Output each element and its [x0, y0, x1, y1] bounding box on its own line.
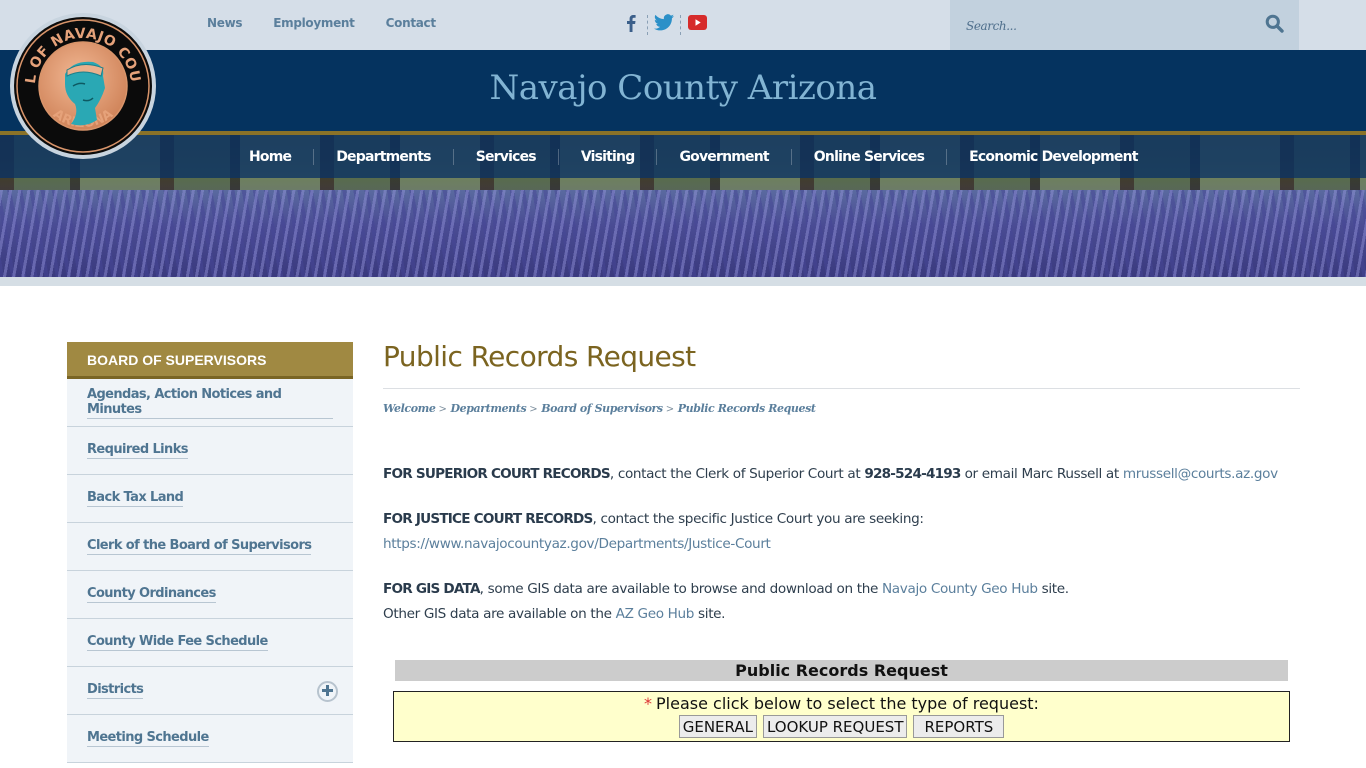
plus-icon [322, 683, 333, 701]
breadcrumb-separator: > [438, 404, 447, 415]
sidebar-link[interactable]: County Wide Fee Schedule [87, 634, 268, 651]
superior-court-phone: 928-524-4193 [864, 466, 961, 482]
utility-links: News Employment Contact [207, 16, 467, 30]
sidebar-link[interactable]: Back Tax Land [87, 490, 184, 507]
facebook-link[interactable] [615, 12, 647, 38]
request-form-heading: Public Records Request [395, 660, 1288, 681]
expand-districts-button[interactable] [317, 681, 338, 702]
gis-text-4: site. [694, 606, 726, 622]
sidebar-link[interactable]: Districts [87, 682, 144, 699]
main-nav: Home Departments Services Visiting Gover… [0, 135, 1366, 178]
justice-court-paragraph: FOR JUSTICE COURT RECORDS, contact the s… [383, 507, 924, 557]
gis-data-paragraph: FOR GIS DATA, some GIS data are availabl… [383, 577, 1069, 627]
utility-bar: News Employment Contact [0, 0, 1366, 50]
banner-lupine-field [0, 190, 1366, 277]
superior-court-label: FOR SUPERIOR COURT RECORDS [383, 466, 611, 482]
main-nav-items: Home Departments Services Visiting Gover… [227, 135, 1160, 178]
breadcrumb: Welcome > Departments > Board of Supervisors… [383, 402, 1300, 415]
navajo-geo-hub-link[interactable]: Navajo County Geo Hub [882, 581, 1038, 597]
news-link[interactable]: News [207, 16, 243, 30]
superior-court-email-link[interactable]: mrussell@courts.az.gov [1123, 466, 1278, 482]
nav-departments[interactable]: Departments [314, 148, 454, 165]
search-box [950, 0, 1299, 50]
breadcrumb-current[interactable]: Public Records Request [678, 402, 816, 415]
contact-link[interactable]: Contact [386, 16, 436, 30]
breadcrumb-board-of-supervisors[interactable]: Board of Supervisors [541, 402, 663, 415]
nav-economic-development[interactable]: Economic Development [947, 149, 1160, 165]
breadcrumb-separator: > [665, 404, 674, 415]
justice-court-link[interactable]: https://www.navajocountyaz.gov/Departmen… [383, 536, 771, 552]
request-type-buttons: GENERAL LOOKUP REQUEST REPORTS [394, 715, 1289, 738]
main-content: Public Records Request Welcome > Departmen… [383, 340, 1300, 622]
page-title: Public Records Request [383, 340, 696, 373]
site-title: Navajo County Arizona [489, 68, 877, 108]
site-header: Navajo County Arizona [0, 50, 1366, 131]
sidebar-heading: BOARD OF SUPERVISORS [67, 342, 353, 379]
breadcrumb-separator: > [529, 404, 538, 415]
gis-text-3: Other GIS data are available on the [383, 606, 616, 622]
superior-court-text: , contact the Clerk of Superior Court at [609, 466, 865, 482]
request-type-panel: * Please click below to select the type o… [393, 691, 1290, 742]
general-request-button[interactable]: GENERAL [678, 715, 757, 738]
facebook-icon [626, 14, 636, 37]
twitter-link[interactable] [648, 12, 680, 38]
youtube-link[interactable] [681, 12, 713, 38]
sidebar-link[interactable]: Agendas, Action Notices and Minutes [87, 387, 333, 419]
nav-visiting[interactable]: Visiting [559, 148, 658, 165]
sidebar-item-agendas: Agendas, Action Notices and Minutes [67, 379, 353, 427]
sidebar-item-clerk: Clerk of the Board of Supervisors [67, 523, 353, 571]
gis-data-label: FOR GIS DATA [383, 581, 480, 597]
nav-online-services[interactable]: Online Services [792, 148, 948, 165]
sidebar-link[interactable]: Meeting Schedule [87, 730, 209, 747]
sidebar-item-required-links: Required Links [67, 427, 353, 475]
sidebar-item-meeting-schedule: Meeting Schedule [67, 715, 353, 763]
nav-home[interactable]: Home [227, 148, 315, 165]
search-button[interactable] [1263, 14, 1285, 38]
gis-text-2: site. [1037, 581, 1069, 597]
gis-text: , some GIS data are available to browse … [479, 581, 882, 597]
sidebar-link[interactable]: Required Links [87, 442, 188, 459]
seal-icon: SEAL OF NAVAJO COUNTY ARIZONA [13, 16, 152, 155]
required-marker: * [644, 694, 653, 713]
lookup-request-button[interactable]: LOOKUP REQUEST [762, 715, 908, 738]
search-input[interactable] [966, 15, 1246, 37]
breadcrumb-welcome[interactable]: Welcome [383, 402, 436, 415]
sidebar-link[interactable]: Clerk of the Board of Supervisors [87, 538, 312, 555]
sidebar-link[interactable]: County Ordinances [87, 586, 216, 603]
request-prompt: * Please click below to select the type o… [394, 694, 1289, 714]
superior-court-text-2: or email Marc Russell at [960, 466, 1123, 482]
nav-government[interactable]: Government [657, 148, 792, 165]
title-divider [383, 388, 1300, 389]
employment-link[interactable]: Employment [273, 16, 355, 30]
nav-services[interactable]: Services [454, 148, 559, 165]
twitter-icon [654, 14, 674, 36]
request-prompt-text: Please click below to select the type of… [656, 694, 1039, 713]
justice-court-text: , contact the specific Justice Court you… [592, 511, 924, 527]
sidebar-item-districts: Districts [67, 667, 353, 715]
search-icon [1265, 14, 1284, 38]
sidebar-item-fee-schedule: County Wide Fee Schedule [67, 619, 353, 667]
breadcrumb-departments[interactable]: Departments [451, 402, 527, 415]
reports-request-button[interactable]: REPORTS [913, 715, 1005, 738]
social-links [615, 12, 713, 38]
sidebar-item-county-ordinances: County Ordinances [67, 571, 353, 619]
banner-bottom-strip [0, 277, 1366, 286]
justice-court-label: FOR JUSTICE COURT RECORDS [383, 511, 593, 527]
superior-court-paragraph: FOR SUPERIOR COURT RECORDS, contact the … [383, 462, 1278, 487]
sidebar-item-back-tax-land: Back Tax Land [67, 475, 353, 523]
az-geo-hub-link[interactable]: AZ Geo Hub [616, 606, 695, 622]
youtube-icon [687, 15, 707, 35]
sidebar-nav: BOARD OF SUPERVISORS Agendas, Action Not… [67, 342, 353, 763]
county-seal-logo[interactable]: SEAL OF NAVAJO COUNTY ARIZONA [10, 13, 156, 159]
